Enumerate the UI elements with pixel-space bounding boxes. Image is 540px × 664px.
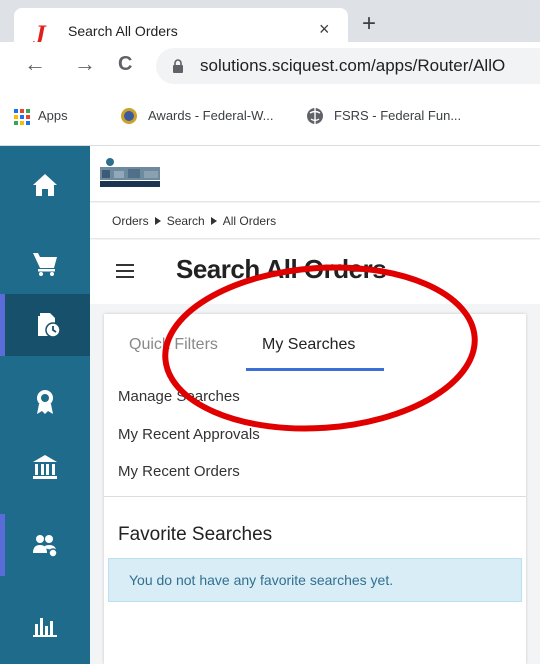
forward-button[interactable]: → bbox=[74, 52, 96, 76]
bank-icon bbox=[33, 455, 57, 479]
breadcrumb-search[interactable]: Search bbox=[167, 214, 205, 228]
favorite-searches-heading: Favorite Searches bbox=[118, 524, 273, 545]
home-icon bbox=[33, 174, 57, 196]
section-divider bbox=[104, 496, 526, 497]
bookmarks-bar: Apps Awards - Federal-W... FSRS - Federa… bbox=[0, 90, 540, 146]
globe-icon bbox=[307, 108, 323, 124]
left-nav bbox=[0, 146, 90, 664]
my-recent-orders-link[interactable]: My Recent Orders bbox=[118, 463, 240, 480]
tab-quick-filters[interactable]: Quick Filters bbox=[129, 336, 218, 354]
app-header bbox=[90, 146, 540, 202]
cart-icon bbox=[33, 253, 57, 276]
nav-orders[interactable] bbox=[0, 294, 90, 356]
back-button[interactable]: ← bbox=[24, 52, 46, 76]
marketplace-logo[interactable] bbox=[98, 156, 170, 190]
title-bar: Search All Orders bbox=[90, 240, 540, 304]
main-content: Orders Search All Orders Search All Orders… bbox=[90, 146, 540, 664]
active-tab-indicator bbox=[246, 368, 384, 371]
breadcrumb-all-orders: All Orders bbox=[222, 214, 277, 228]
favorites-empty-message: You do not have any favorite searches ye… bbox=[129, 572, 394, 588]
people-icon bbox=[33, 535, 58, 558]
reload-button[interactable]: C bbox=[118, 52, 132, 76]
jaggaer-favicon-icon: J bbox=[36, 21, 46, 45]
breadcrumb-orders[interactable]: Orders bbox=[112, 214, 149, 228]
nav-shop[interactable] bbox=[0, 232, 90, 294]
nav-awards[interactable] bbox=[0, 371, 90, 433]
bookmark-fsrs[interactable]: FSRS - Federal Fun... bbox=[334, 108, 461, 123]
nav-home[interactable] bbox=[0, 154, 90, 216]
nav-reports[interactable] bbox=[0, 594, 90, 656]
my-recent-approvals-link[interactable]: My Recent Approvals bbox=[118, 426, 260, 443]
page-title: Search All Orders bbox=[176, 254, 387, 284]
nav-suppliers[interactable] bbox=[0, 514, 90, 576]
tab-my-searches[interactable]: My Searches bbox=[262, 336, 355, 354]
address-bar[interactable]: solutions.sciquest.com/apps/Router/AllO bbox=[156, 48, 540, 84]
seal-icon bbox=[121, 108, 137, 124]
tab-title: Search All Orders bbox=[68, 23, 178, 39]
hamburger-menu-icon[interactable] bbox=[116, 264, 134, 278]
browser-toolbar: ← → C solutions.sciquest.com/apps/Router… bbox=[0, 42, 540, 90]
nav-accounts[interactable] bbox=[0, 436, 90, 498]
favorites-empty-alert: You do not have any favorite searches ye… bbox=[108, 558, 522, 602]
bookmark-apps[interactable]: Apps bbox=[38, 108, 68, 123]
breadcrumb-separator-icon bbox=[210, 217, 217, 226]
breadcrumb-bar: Orders Search All Orders bbox=[90, 203, 540, 239]
breadcrumb: Orders Search All Orders bbox=[112, 214, 276, 228]
tab-close-icon[interactable]: × bbox=[319, 19, 330, 40]
breadcrumb-separator-icon bbox=[154, 217, 161, 226]
orders-clock-icon bbox=[37, 313, 61, 338]
url-text: solutions.sciquest.com/apps/Router/AllO bbox=[200, 56, 506, 75]
apps-grid-icon bbox=[14, 109, 30, 125]
bar-chart-icon bbox=[33, 618, 57, 637]
lock-icon bbox=[173, 59, 183, 73]
manage-searches-link[interactable]: Manage Searches bbox=[118, 388, 240, 405]
search-panel: Quick Filters My Searches Manage Searche… bbox=[104, 314, 526, 664]
bookmark-awards[interactable]: Awards - Federal-W... bbox=[148, 108, 273, 123]
award-icon bbox=[37, 390, 53, 414]
new-tab-button[interactable]: + bbox=[362, 12, 376, 36]
